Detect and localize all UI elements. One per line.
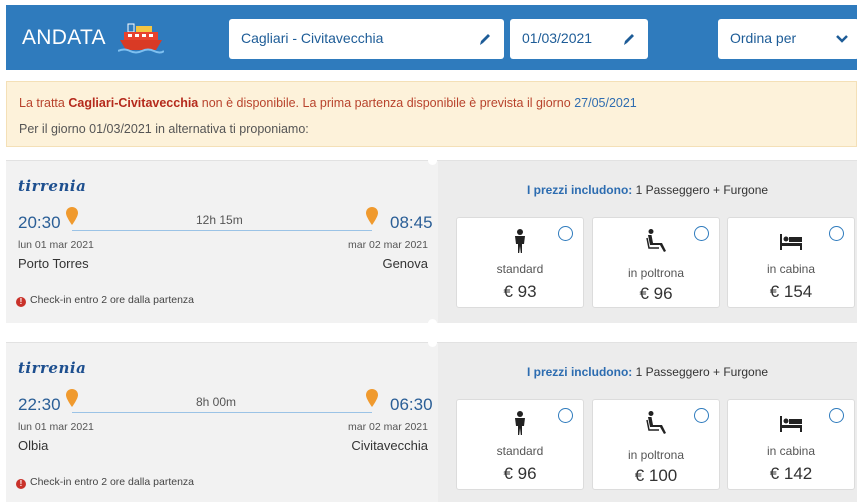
departure-time: 20:30 [18,213,61,232]
fare-radio[interactable] [558,226,573,241]
price-includes: I prezzi includono: 1 Passeggero + Furgo… [438,183,857,197]
operator-logo: tirrenia [18,359,87,377]
location-pin-icon [66,207,78,225]
date-value: 01/03/2021 [522,30,593,46]
route-line [72,230,372,231]
fare-radio[interactable] [829,226,844,241]
fare-radio[interactable] [694,408,709,423]
warning-icon: ! [16,297,26,307]
location-pin-icon [366,389,378,407]
fare-price: € 100 [634,466,678,485]
fare-name: in poltrona [627,448,685,462]
departure-date: lun 01 mar 2021 [18,239,94,251]
departure-port: Olbia [18,438,49,453]
fare-price: € 142 [769,464,813,483]
alert-first-date: 27/05/2021 [574,96,637,110]
fare-price: € 93 [503,282,537,301]
arrival-time: 06:30 [390,395,433,414]
trip-duration: 8h 00m [196,395,237,409]
alert-prefix: La tratta [19,96,69,110]
ferry-icon [118,23,164,54]
alert-line-1: La tratta Cagliari-Civitavecchia non è d… [19,96,637,110]
pencil-icon[interactable] [478,31,492,47]
pencil-icon[interactable] [622,31,636,47]
card-notch [428,338,437,347]
card-notch [428,319,437,328]
trip-duration: 12h 15m [196,213,243,227]
fare-name: in poltrona [627,266,685,280]
route-line [72,412,372,413]
alert-route: Cagliari-Civitavecchia [68,96,199,110]
price-panel: I prezzi includono: 1 Passeggero + Furgo… [438,343,857,502]
fare-option-standard[interactable]: standard € 93 [456,217,584,308]
arrival-port: Genova [382,256,428,271]
fare-radio[interactable] [558,408,573,423]
fare-radio[interactable] [694,226,709,241]
bed-icon [780,416,802,432]
sort-dropdown[interactable]: Ordina per [718,19,857,59]
fare-price: € 154 [769,282,813,301]
checkin-text: Check-in entro 2 ore dalla partenza [30,294,195,306]
person-icon [515,229,525,253]
includes-value: 1 Passeggero + Furgone [632,365,769,379]
price-includes: I prezzi includono: 1 Passeggero + Furgo… [438,365,857,379]
result-card: tirrenia 20:30 12h 15m 08:45 lun 01 mar … [6,160,857,323]
alert-line-2: Per il giorno 01/03/2021 in alternativa … [19,122,309,136]
fare-name: standard [496,262,544,276]
fare-name: standard [496,444,544,458]
seat-icon [646,411,666,434]
location-pin-icon [366,207,378,225]
result-card: tirrenia 22:30 8h 00m 06:30 lun 01 mar 2… [6,342,857,502]
arrival-port: Civitavecchia [351,438,428,453]
alert-middle: non è disponibile. La prima partenza dis… [198,96,575,110]
arrival-date: mar 02 mar 2021 [348,421,428,433]
checkin-note: ! Check-in entro 2 ore dalla partenza [16,476,194,489]
location-pin-icon [66,389,78,407]
header-bar: ANDATA Cagliari - Civitavecchia 01/03/20… [6,5,857,70]
person-icon [515,411,525,435]
warning-icon: ! [16,479,26,489]
bed-icon [780,234,802,250]
checkin-text: Check-in entro 2 ore dalla partenza [30,476,195,488]
fare-price: € 96 [639,284,673,303]
fare-radio[interactable] [829,408,844,423]
fare-name: in cabina [766,444,816,458]
sort-label: Ordina per [730,30,797,46]
fare-price: € 96 [503,464,537,483]
card-notch [428,156,437,165]
fare-option-standard[interactable]: standard € 96 [456,399,584,490]
fare-name: in cabina [766,262,816,276]
fare-option-cabina[interactable]: in cabina € 154 [727,217,855,308]
includes-label: I prezzi includono: [526,183,633,197]
chevron-down-icon [836,35,848,43]
availability-alert: La tratta Cagliari-Civitavecchia non è d… [6,81,857,147]
page-title: ANDATA [22,26,106,49]
route-field[interactable]: Cagliari - Civitavecchia [229,19,504,59]
date-field[interactable]: 01/03/2021 [510,19,648,59]
route-value: Cagliari - Civitavecchia [241,30,384,46]
departure-time: 22:30 [18,395,61,414]
fare-option-poltrona[interactable]: in poltrona € 96 [592,217,720,308]
includes-label: I prezzi includono: [526,365,633,379]
price-panel: I prezzi includono: 1 Passeggero + Furgo… [438,161,857,323]
seat-icon [646,229,666,252]
arrival-date: mar 02 mar 2021 [348,239,428,251]
checkin-note: ! Check-in entro 2 ore dalla partenza [16,294,194,307]
includes-value: 1 Passeggero + Furgone [632,183,769,197]
departure-port: Porto Torres [18,256,89,271]
arrival-time: 08:45 [390,213,433,232]
fare-option-cabina[interactable]: in cabina € 142 [727,399,855,490]
departure-date: lun 01 mar 2021 [18,421,94,433]
fare-option-poltrona[interactable]: in poltrona € 100 [592,399,720,490]
operator-logo: tirrenia [18,177,87,195]
